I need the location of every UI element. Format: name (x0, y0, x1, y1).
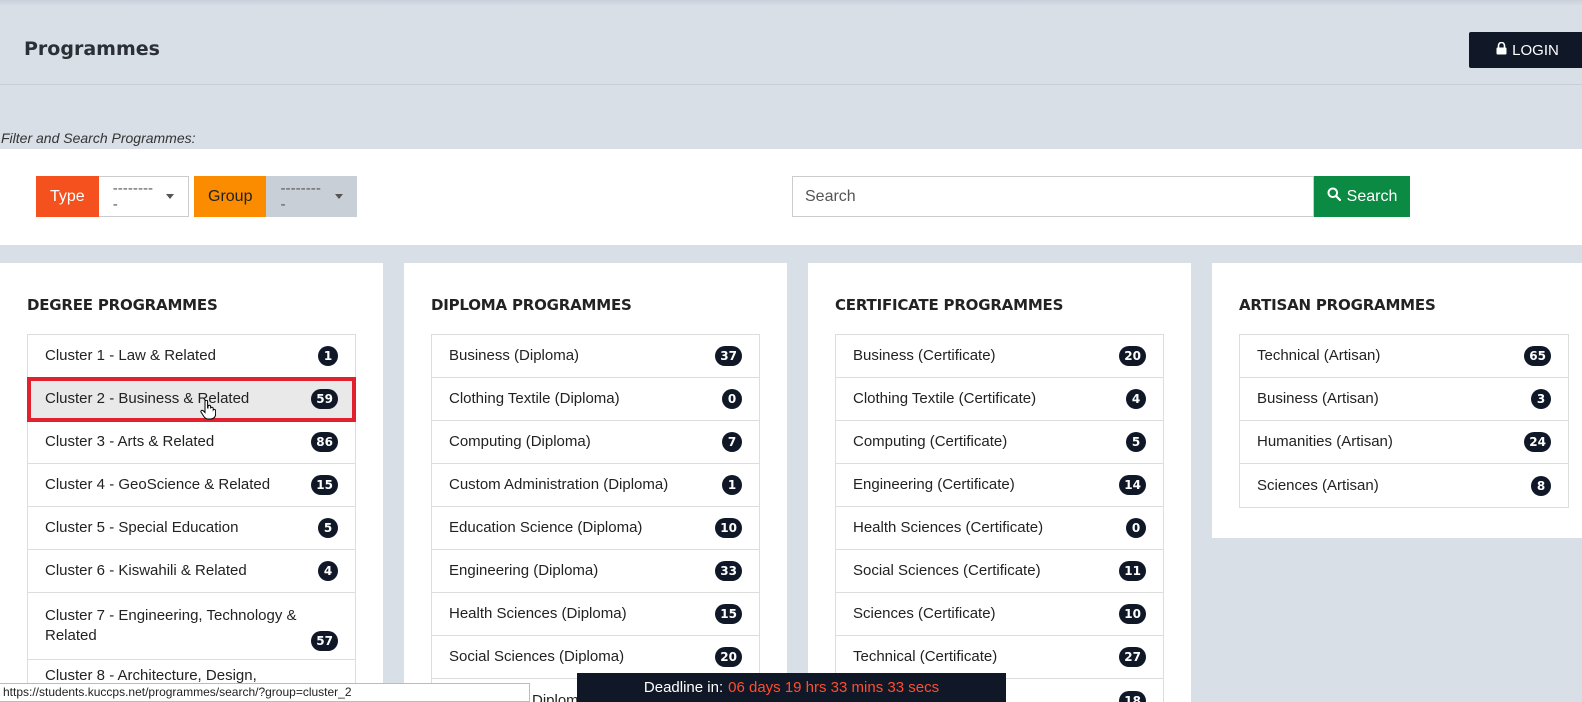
panel-title: ARTISAN PROGRAMMES (1239, 296, 1436, 314)
filter-bar: Type --------- Group --------- Search (0, 149, 1582, 245)
count-badge: 33 (715, 561, 742, 581)
search-input[interactable] (792, 176, 1314, 217)
list-item[interactable]: Cluster 7 - Engineering, Technology & Re… (28, 593, 355, 660)
list-item[interactable]: Humanities (Artisan) 24 (1240, 421, 1568, 464)
list-item[interactable]: Cluster 6 - Kiswahili & Related 4 (28, 550, 355, 593)
list-item[interactable]: Clothing Textile (Diploma) 0 (432, 378, 759, 421)
search-button[interactable]: Search (1314, 176, 1410, 217)
list-item[interactable]: Education Science (Diploma) 10 (432, 507, 759, 550)
search-icon (1327, 187, 1341, 206)
list-item[interactable]: Health Sciences (Certificate) 0 (836, 507, 1163, 550)
count-badge: 1 (318, 346, 338, 366)
list-item[interactable]: Sciences (Artisan) 8 (1240, 464, 1568, 507)
count-badge: 24 (1524, 432, 1551, 452)
count-badge: 4 (1126, 389, 1146, 409)
diploma-list: Business (Diploma) 37 Clothing Textile (D… (431, 334, 760, 702)
group-filter: Group --------- (194, 176, 358, 217)
count-badge: 0 (1126, 518, 1146, 538)
count-badge: 5 (318, 518, 338, 538)
group-select[interactable]: --------- (266, 176, 358, 217)
list-item[interactable]: Technical (Artisan) 65 (1240, 335, 1568, 378)
count-badge: 11 (1119, 561, 1146, 581)
count-badge: 57 (311, 631, 338, 651)
list-item[interactable]: Health Sciences (Diploma) 15 (432, 593, 759, 636)
lock-icon (1496, 41, 1507, 59)
type-select-value: --------- (112, 180, 154, 213)
count-badge: 65 (1524, 346, 1551, 366)
panel-title: DEGREE PROGRAMMES (27, 296, 218, 314)
degree-list: Cluster 1 - Law & Related 1 Cluster 2 - B… (27, 334, 356, 702)
count-badge: 8 (1531, 475, 1551, 496)
panel-title: DIPLOMA PROGRAMMES (431, 296, 632, 314)
degree-panel: DEGREE PROGRAMMES Cluster 1 - Law & Rela… (0, 263, 383, 702)
count-badge: 37 (715, 346, 742, 366)
type-label: Type (36, 176, 99, 217)
group-label: Group (194, 176, 267, 217)
count-badge: 5 (1126, 432, 1146, 452)
filter-label: Filter and Search Programmes: (1, 130, 196, 146)
chevron-down-icon (165, 194, 174, 199)
chevron-down-icon (335, 194, 344, 199)
list-item[interactable]: Cluster 2 - Business & Related 59 (27, 377, 356, 422)
list-item[interactable]: Computing (Certificate) 5 (836, 421, 1163, 464)
list-item[interactable]: Custom Administration (Diploma) 1 (432, 464, 759, 507)
diploma-panel: DIPLOMA PROGRAMMES Business (Diploma) 37 … (404, 263, 787, 702)
list-item[interactable]: Cluster 4 - GeoScience & Related 15 (28, 464, 355, 507)
count-badge: 18 (1119, 690, 1146, 702)
count-badge: 4 (318, 561, 338, 581)
group-select-value: --------- (280, 180, 321, 213)
page-title: Programmes (24, 38, 160, 60)
count-badge: 3 (1531, 389, 1551, 409)
certificate-panel: CERTIFICATE PROGRAMMES Business (Certifi… (808, 263, 1191, 702)
status-url: https://students.kuccps.net/programmes/s… (0, 683, 530, 702)
count-badge: 20 (1119, 346, 1146, 366)
count-badge: 86 (311, 432, 338, 452)
count-badge: 15 (715, 604, 742, 624)
count-badge: 20 (715, 647, 742, 667)
page-header: Programmes LOGIN (0, 0, 1582, 85)
count-badge: 27 (1119, 647, 1146, 667)
deadline-countdown: 06 days 19 hrs 33 mins 33 secs (728, 679, 940, 696)
hand-cursor-icon (200, 399, 217, 424)
list-item[interactable]: Cluster 3 - Arts & Related 86 (28, 421, 355, 464)
count-badge: 59 (311, 389, 338, 409)
count-badge: 15 (311, 475, 338, 495)
count-badge: 1 (722, 475, 742, 495)
count-badge: 0 (722, 389, 742, 409)
deadline-label: Deadline in: (643, 679, 724, 696)
list-item[interactable]: Computing (Diploma) 7 (432, 421, 759, 464)
login-button[interactable]: LOGIN (1469, 32, 1582, 68)
artisan-panel: ARTISAN PROGRAMMES Technical (Artisan) 65… (1212, 263, 1582, 538)
panel-title: CERTIFICATE PROGRAMMES (835, 296, 1064, 314)
search-button-label: Search (1346, 187, 1398, 205)
count-badge: 10 (715, 518, 742, 538)
list-item[interactable]: Engineering (Certificate) 14 (836, 464, 1163, 507)
count-badge: 14 (1119, 475, 1146, 495)
count-badge: 10 (1119, 604, 1146, 624)
list-item[interactable]: Business (Certificate) 20 (836, 335, 1163, 378)
list-item[interactable]: Business (Artisan) 3 (1240, 378, 1568, 421)
artisan-list: Technical (Artisan) 65 Business (Artisan)… (1239, 334, 1569, 508)
deadline-banner: Deadline in: 06 days 19 hrs 33 mins 33 s… (577, 673, 1006, 702)
list-item[interactable]: Social Sciences (Certificate) 11 (836, 550, 1163, 593)
list-item[interactable]: Clothing Textile (Certificate) 4 (836, 378, 1163, 421)
type-filter: Type --------- (36, 176, 189, 217)
list-item[interactable]: Business (Diploma) 37 (432, 335, 759, 378)
list-item[interactable]: Cluster 5 - Special Education 5 (28, 507, 355, 550)
list-item[interactable]: Engineering (Diploma) 33 (432, 550, 759, 593)
login-label: LOGIN (1512, 41, 1559, 59)
certificate-list: Business (Certificate) 20 Clothing Textil… (835, 334, 1164, 702)
count-badge: 7 (722, 432, 742, 452)
list-item[interactable]: Sciences (Certificate) 10 (836, 593, 1163, 636)
type-select[interactable]: --------- (98, 176, 189, 217)
list-item[interactable]: Cluster 1 - Law & Related 1 (28, 335, 355, 378)
